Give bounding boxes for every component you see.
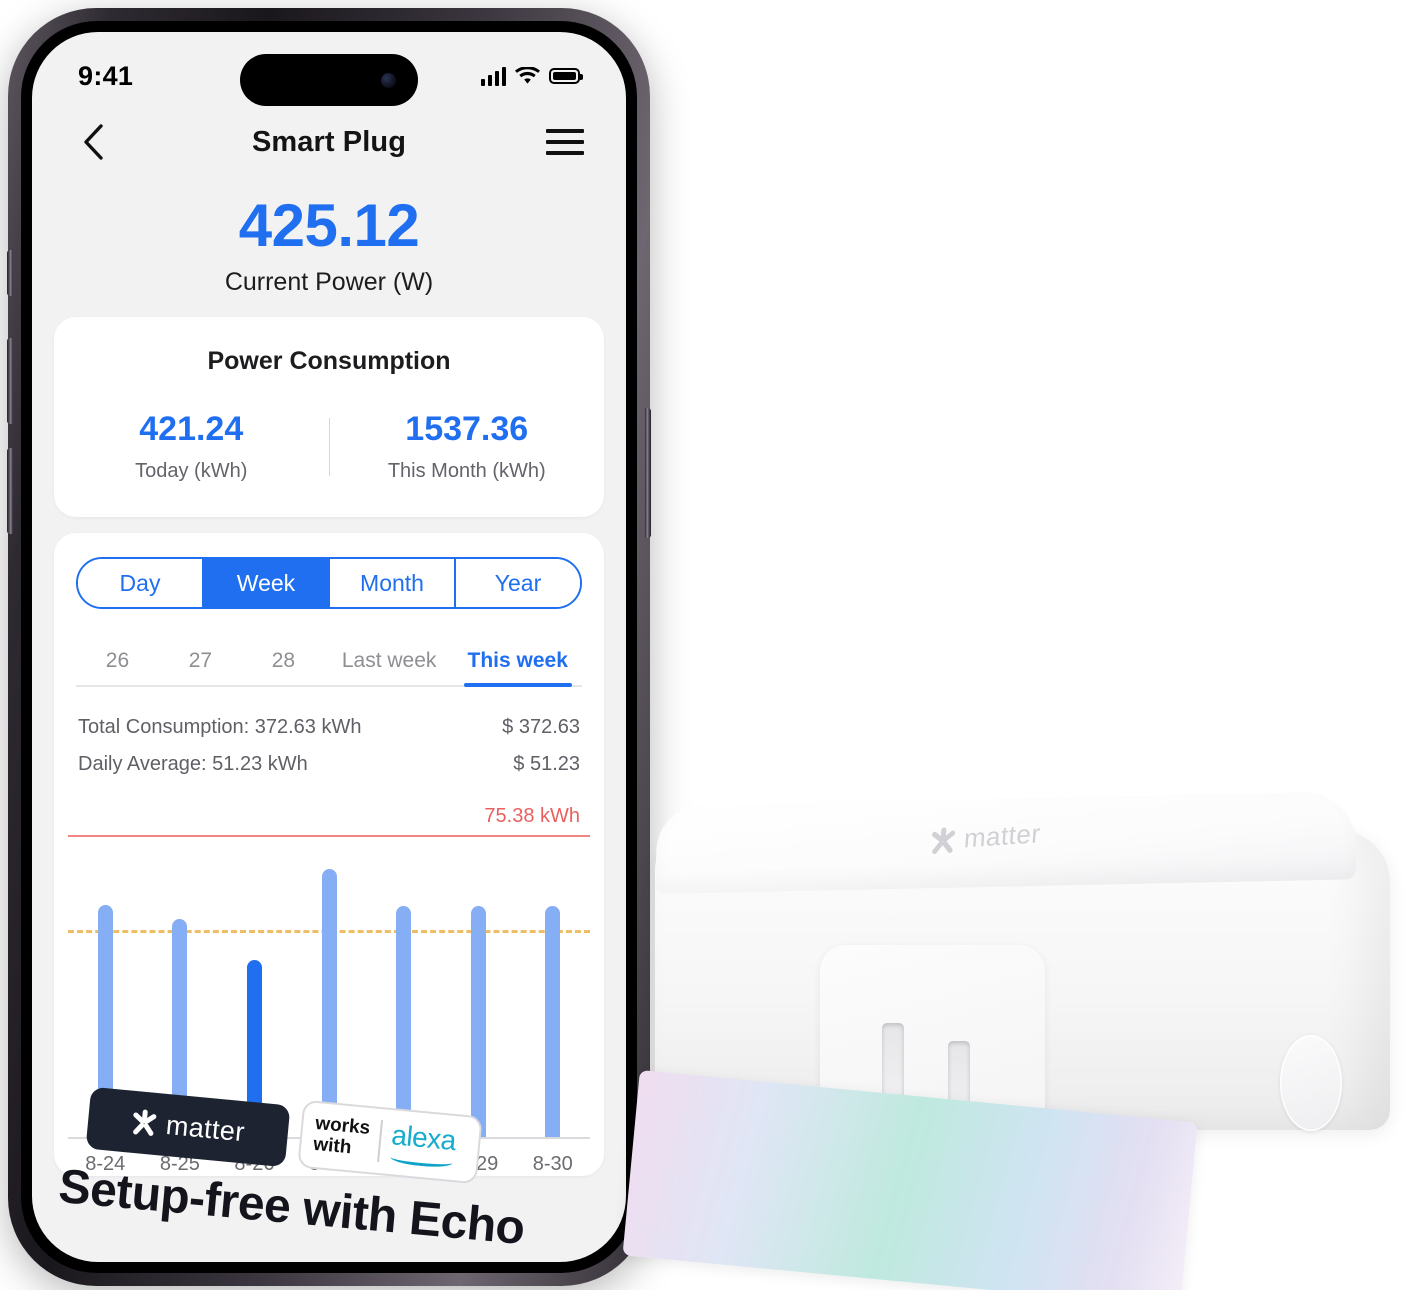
date-tab-this-week[interactable]: This week <box>453 649 582 687</box>
cellular-signal-icon <box>480 66 506 86</box>
matter-badge-text: matter <box>164 1109 247 1147</box>
summary-row: Daily Average: 51.23 kWh $ 51.23 <box>78 746 580 783</box>
bar-slot <box>441 837 516 1137</box>
period-segment-year[interactable]: Year <box>456 559 580 607</box>
threshold-label: 75.38 kWh <box>484 805 580 827</box>
matter-mark-icon <box>130 1109 158 1137</box>
bar-slot <box>292 837 367 1137</box>
power-consumption-card: Power Consumption 421.24 Today (kWh) 153… <box>54 317 604 517</box>
bar-slot <box>217 837 292 1137</box>
summary-rows: Total Consumption: 372.63 kWh $ 372.63 Dai… <box>54 687 604 783</box>
matter-mark-icon <box>929 826 956 855</box>
current-power-hero: 425.12 Current Power (W) <box>32 178 626 317</box>
status-time: 9:41 <box>78 60 134 91</box>
nav-bar: Smart Plug <box>32 106 626 178</box>
summary-label: Daily Average: 51.23 kWh <box>78 753 308 775</box>
alexa-logo: alexa <box>389 1119 458 1169</box>
date-tab-27[interactable]: 27 <box>159 649 242 685</box>
front-camera-icon <box>381 72 396 88</box>
volume-up-button[interactable] <box>7 338 13 424</box>
page-title: Smart Plug <box>251 125 407 158</box>
product-photo: matter <box>622 770 1404 1290</box>
stat-month: 1537.36 This Month (kWh) <box>330 410 605 483</box>
wifi-icon <box>515 66 540 84</box>
badge-divider <box>376 1120 383 1163</box>
summary-row: Total Consumption: 372.63 kWh $ 372.63 <box>78 709 580 746</box>
power-consumption-title: Power Consumption <box>207 347 451 375</box>
alexa-wordmark: alexa <box>390 1119 458 1157</box>
period-segmented-control[interactable]: Day Week Month Year <box>76 557 582 609</box>
summary-label: Total Consumption: 372.63 kWh <box>78 716 362 738</box>
status-bar: 9:41 <box>32 32 626 106</box>
threshold-marker: 75.38 kWh <box>54 805 604 837</box>
stat-month-value: 1537.36 <box>405 410 529 448</box>
volume-down-button[interactable] <box>7 448 13 534</box>
bar-slot <box>515 837 590 1137</box>
date-tab-28[interactable]: 28 <box>242 649 325 685</box>
period-segment-month[interactable]: Month <box>330 559 456 607</box>
usage-chart-card: Day Week Month Year 26 27 28 Last week This wee… <box>54 533 604 1176</box>
works-with-text: works with <box>312 1113 371 1160</box>
phone-bezel: 9:41 Smart Plug 425.12 Current Power (W)… <box>21 21 637 1273</box>
summary-cost: $ 51.23 <box>513 753 580 775</box>
status-indicators <box>480 66 583 86</box>
bar-8-30[interactable] <box>545 905 561 1137</box>
dynamic-island <box>240 54 418 106</box>
mute-switch-button[interactable] <box>7 250 13 296</box>
matter-logo-text: matter <box>963 818 1042 854</box>
x-label-8-30: 8-30 <box>532 1153 573 1175</box>
current-power-label: Current Power (W) <box>224 268 434 296</box>
period-segment-day[interactable]: Day <box>78 559 204 607</box>
plug-power-button[interactable] <box>1280 1035 1342 1131</box>
stat-today: 421.24 Today (kWh) <box>54 410 329 483</box>
bar-8-27[interactable] <box>321 869 337 1137</box>
stat-today-value: 421.24 <box>139 410 244 448</box>
date-tab-last-week[interactable]: Last week <box>325 649 454 685</box>
battery-level <box>553 72 576 80</box>
chevron-left-icon <box>84 124 103 160</box>
date-tabs[interactable]: 26 27 28 Last week This week <box>76 635 582 687</box>
bar-slot <box>366 837 441 1137</box>
date-tab-26[interactable]: 26 <box>76 649 159 685</box>
period-segment-week[interactable]: Week <box>204 559 330 607</box>
consumption-stats: 421.24 Today (kWh) 1537.36 This Month (k… <box>54 410 604 483</box>
current-power-value: 425.12 <box>238 192 420 259</box>
summary-cost: $ 372.63 <box>502 716 580 738</box>
phone-screen: 9:41 Smart Plug 425.12 Current Power (W)… <box>32 32 626 1262</box>
back-button[interactable] <box>74 123 112 161</box>
stat-today-label: Today (kWh) <box>135 460 248 482</box>
hamburger-menu-icon[interactable] <box>546 123 584 161</box>
power-button[interactable] <box>645 408 651 538</box>
bar-8-28[interactable] <box>396 905 412 1137</box>
stat-month-label: This Month (kWh) <box>387 460 546 482</box>
battery-icon <box>549 68 583 84</box>
bar-8-29[interactable] <box>470 905 486 1137</box>
